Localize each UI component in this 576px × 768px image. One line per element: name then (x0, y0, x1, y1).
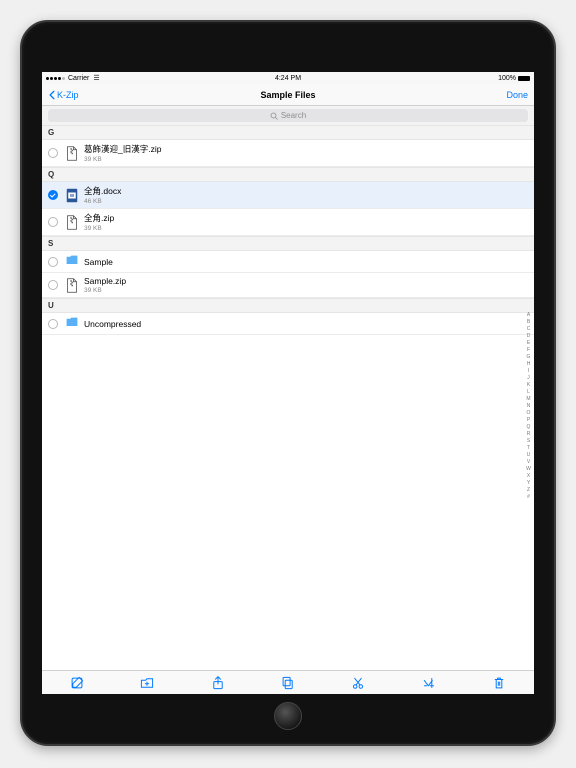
search-bar: Search (42, 106, 534, 125)
rename-button[interactable] (414, 671, 444, 694)
file-list[interactable]: G葛飾漢迎_旧漢字.zip39 KBQW全角.docx46 KB全角.zip39… (42, 125, 534, 670)
folder-icon (66, 255, 78, 269)
done-button[interactable]: Done (506, 90, 528, 100)
zip-icon (66, 215, 78, 229)
file-row[interactable]: 全角.zip39 KB (42, 209, 534, 236)
content-area: G葛飾漢迎_旧漢字.zip39 KBQW全角.docx46 KB全角.zip39… (42, 125, 534, 670)
carrier-label: Carrier (68, 75, 89, 82)
index-letter[interactable]: A (527, 311, 530, 317)
index-letter[interactable]: C (527, 325, 531, 331)
file-size: 39 KB (84, 225, 114, 232)
select-radio[interactable] (48, 148, 58, 158)
section-header: U (42, 298, 534, 313)
status-bar: Carrier ☰ 4:24 PM 100% (42, 72, 534, 84)
compose-button[interactable] (62, 671, 92, 694)
file-size: 46 KB (84, 198, 121, 205)
search-input[interactable]: Search (48, 109, 528, 122)
search-placeholder: Search (281, 111, 306, 120)
section-header: G (42, 125, 534, 140)
file-name: 全角.zip (84, 212, 114, 224)
index-letter[interactable]: K (527, 381, 530, 387)
index-letter[interactable]: G (527, 353, 531, 359)
chevron-left-icon (48, 90, 56, 100)
file-size: 39 KB (84, 287, 126, 294)
index-letter[interactable]: E (527, 339, 530, 345)
cut-button[interactable] (343, 671, 373, 694)
index-letter[interactable]: J (527, 374, 530, 380)
svg-text:W: W (70, 193, 75, 198)
clock-label: 4:24 PM (275, 75, 301, 82)
file-name: 全角.docx (84, 185, 121, 197)
index-letter[interactable]: Q (527, 423, 531, 429)
back-label: K-Zip (57, 90, 79, 100)
docx-icon: W (66, 188, 78, 202)
select-radio[interactable] (48, 280, 58, 290)
index-letter[interactable]: I (528, 367, 529, 373)
zip-icon (66, 146, 78, 160)
select-radio[interactable] (48, 257, 58, 267)
index-letter[interactable]: T (527, 444, 530, 450)
file-row[interactable]: W 全角.docx46 KB (42, 182, 534, 209)
file-row[interactable]: Sample (42, 251, 534, 273)
share-button[interactable] (203, 671, 233, 694)
file-row[interactable]: Sample.zip39 KB (42, 273, 534, 298)
nav-bar: K-Zip Sample Files Done (42, 84, 534, 106)
index-letter[interactable]: Y (527, 479, 530, 485)
index-letter[interactable]: N (527, 402, 531, 408)
index-letter[interactable]: B (527, 318, 530, 324)
index-letter[interactable]: L (527, 388, 530, 394)
file-name: Sample (84, 257, 113, 267)
copy-button[interactable] (273, 671, 303, 694)
index-letter[interactable]: O (527, 409, 531, 415)
file-name: Uncompressed (84, 319, 141, 329)
folder-icon (66, 317, 78, 331)
back-button[interactable]: K-Zip (48, 90, 79, 100)
index-letter[interactable]: H (527, 360, 531, 366)
index-letter[interactable]: D (527, 332, 531, 338)
index-letter[interactable]: S (527, 437, 530, 443)
file-row[interactable]: 葛飾漢迎_旧漢字.zip39 KB (42, 140, 534, 167)
file-size: 39 KB (84, 156, 161, 163)
index-letter[interactable]: P (527, 416, 530, 422)
battery-icon (518, 76, 530, 81)
section-header: S (42, 236, 534, 251)
index-letter[interactable]: Z (527, 486, 530, 492)
ipad-frame: Carrier ☰ 4:24 PM 100% K-Zip Sample File… (20, 20, 556, 746)
section-header: Q (42, 167, 534, 182)
home-button[interactable] (274, 702, 302, 730)
file-row[interactable]: Uncompressed (42, 313, 534, 335)
index-letter[interactable]: M (526, 395, 530, 401)
trash-button[interactable] (484, 671, 514, 694)
index-letter[interactable]: U (527, 451, 531, 457)
zip-icon (66, 278, 78, 292)
select-radio[interactable] (48, 319, 58, 329)
file-name: Sample.zip (84, 276, 126, 286)
index-letter[interactable]: W (526, 465, 531, 471)
file-name: 葛飾漢迎_旧漢字.zip (84, 143, 161, 155)
new-folder-button[interactable] (132, 671, 162, 694)
select-radio[interactable] (48, 190, 58, 200)
index-letter[interactable]: X (527, 472, 530, 478)
screen: Carrier ☰ 4:24 PM 100% K-Zip Sample File… (42, 72, 534, 694)
page-title: Sample Files (260, 90, 315, 100)
search-icon (270, 112, 278, 120)
index-letter[interactable]: V (527, 458, 530, 464)
toolbar (42, 670, 534, 694)
index-letter[interactable]: R (527, 430, 531, 436)
battery-label: 100% (498, 75, 516, 82)
alpha-index[interactable]: ABCDEFGHIJKLMNOPQRSTUVWXYZ# (524, 307, 533, 503)
select-radio[interactable] (48, 217, 58, 227)
index-letter[interactable]: # (527, 493, 530, 499)
index-letter[interactable]: F (527, 346, 530, 352)
